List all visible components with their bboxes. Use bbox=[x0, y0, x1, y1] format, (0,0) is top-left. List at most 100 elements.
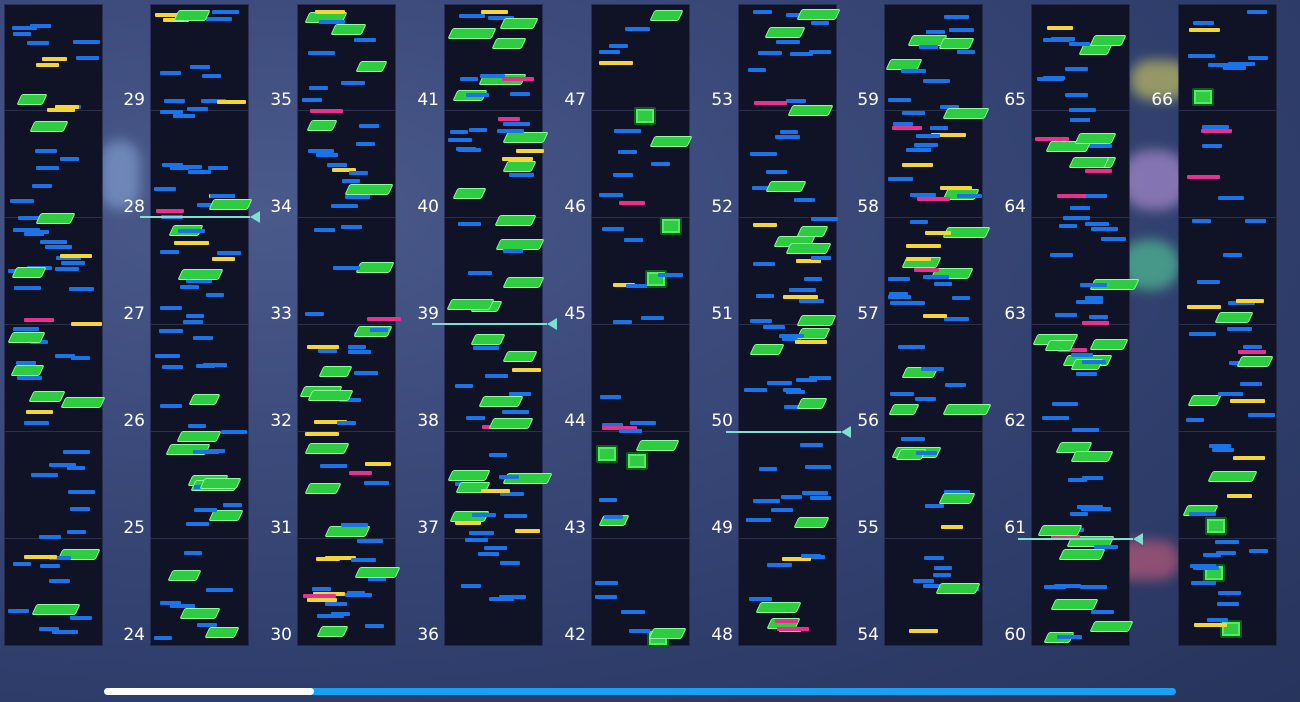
tap-note bbox=[630, 421, 656, 425]
tap-note bbox=[35, 149, 53, 153]
tap-note bbox=[509, 392, 531, 396]
slide-note bbox=[1089, 621, 1134, 632]
slide-note bbox=[796, 398, 828, 409]
slide-note bbox=[488, 418, 534, 429]
tap-note bbox=[763, 325, 785, 329]
critical-note bbox=[516, 149, 544, 153]
tap-note bbox=[921, 367, 944, 371]
tap-note bbox=[1245, 219, 1266, 223]
tap-note bbox=[160, 404, 182, 408]
measure-number: 52 bbox=[711, 197, 733, 217]
tap-note bbox=[309, 86, 328, 90]
tap-note bbox=[750, 319, 772, 323]
slide-note bbox=[199, 478, 242, 489]
bpm-marker-icon[interactable] bbox=[250, 211, 260, 223]
measure-line bbox=[445, 110, 542, 111]
tap-note bbox=[811, 217, 838, 221]
tap-note bbox=[914, 143, 938, 147]
tap-note bbox=[194, 508, 217, 512]
slide-note bbox=[764, 27, 806, 38]
tap-note bbox=[926, 30, 945, 34]
tap-note bbox=[459, 14, 485, 18]
critical-note bbox=[315, 10, 345, 14]
measure-number: 59 bbox=[857, 90, 879, 110]
tap-note bbox=[154, 187, 176, 191]
tap-note bbox=[1080, 283, 1107, 287]
tap-note bbox=[753, 10, 772, 14]
measure-number: 34 bbox=[270, 197, 292, 217]
tap-note bbox=[1043, 76, 1065, 80]
slide-note bbox=[502, 351, 538, 362]
critical-note bbox=[753, 223, 777, 227]
measure-number: 38 bbox=[417, 411, 439, 431]
critical-note bbox=[1230, 399, 1265, 403]
measure-number: 46 bbox=[564, 197, 586, 217]
tap-note bbox=[193, 336, 213, 340]
slide-note bbox=[29, 121, 69, 132]
tap-note bbox=[902, 111, 925, 115]
bpm-marker-icon[interactable] bbox=[1133, 533, 1143, 545]
tap-note bbox=[465, 538, 488, 542]
critical-note bbox=[455, 521, 481, 525]
tap-note bbox=[753, 499, 780, 503]
slide-note bbox=[330, 24, 367, 35]
measure-line bbox=[151, 324, 248, 325]
measure-line bbox=[5, 431, 102, 432]
tap-note bbox=[210, 194, 235, 198]
tap-note bbox=[804, 277, 822, 281]
measure-number: 25 bbox=[123, 518, 145, 538]
tap-note bbox=[160, 250, 179, 254]
critical-note bbox=[909, 629, 938, 633]
tap-note bbox=[1218, 392, 1243, 396]
slide-note bbox=[935, 583, 981, 594]
tap-note bbox=[155, 354, 180, 358]
tap-note bbox=[789, 288, 816, 292]
flick-note bbox=[498, 117, 520, 121]
bpm-marker-icon[interactable] bbox=[547, 318, 557, 330]
tap-note bbox=[811, 256, 831, 260]
critical-note bbox=[365, 462, 391, 466]
tap-note bbox=[370, 328, 388, 332]
slide-note bbox=[10, 365, 45, 376]
tap-note bbox=[618, 150, 637, 154]
tap-note bbox=[901, 437, 925, 441]
slide-note bbox=[60, 397, 106, 408]
tap-note bbox=[801, 554, 821, 558]
bpm-marker-line bbox=[726, 431, 841, 433]
measure-number: 57 bbox=[857, 304, 879, 324]
tap-note bbox=[305, 312, 324, 316]
slide-note bbox=[796, 9, 841, 20]
tap-note bbox=[749, 597, 772, 601]
tap-note bbox=[758, 51, 782, 55]
slide-note bbox=[938, 38, 975, 49]
slide-note bbox=[938, 493, 976, 504]
measure-line bbox=[445, 538, 542, 539]
measure-line bbox=[1179, 431, 1276, 432]
slide-note bbox=[785, 243, 832, 254]
slide-note bbox=[793, 517, 830, 528]
tap-note bbox=[1085, 296, 1103, 300]
tap-note bbox=[888, 177, 913, 181]
tap-note bbox=[186, 522, 209, 526]
scrollbar-progress[interactable] bbox=[104, 688, 314, 695]
tap-note bbox=[1070, 512, 1088, 516]
tap-note bbox=[173, 114, 195, 118]
tap-note bbox=[945, 383, 966, 387]
tap-note bbox=[600, 395, 621, 399]
bpm-marker-icon[interactable] bbox=[841, 426, 851, 438]
tap-note bbox=[69, 287, 94, 291]
critical-note bbox=[512, 368, 541, 372]
measure-line bbox=[151, 538, 248, 539]
tap-note bbox=[1218, 196, 1244, 200]
slide-note bbox=[324, 526, 371, 537]
tap-note bbox=[17, 376, 42, 380]
tap-note bbox=[1044, 585, 1066, 589]
critical-note bbox=[941, 525, 963, 529]
flick-note bbox=[775, 619, 798, 623]
slide-note bbox=[355, 61, 388, 72]
hold-note bbox=[596, 445, 618, 463]
tap-note bbox=[756, 294, 774, 298]
slide-note bbox=[307, 390, 354, 401]
tap-note bbox=[359, 124, 379, 128]
tap-note bbox=[180, 285, 199, 289]
